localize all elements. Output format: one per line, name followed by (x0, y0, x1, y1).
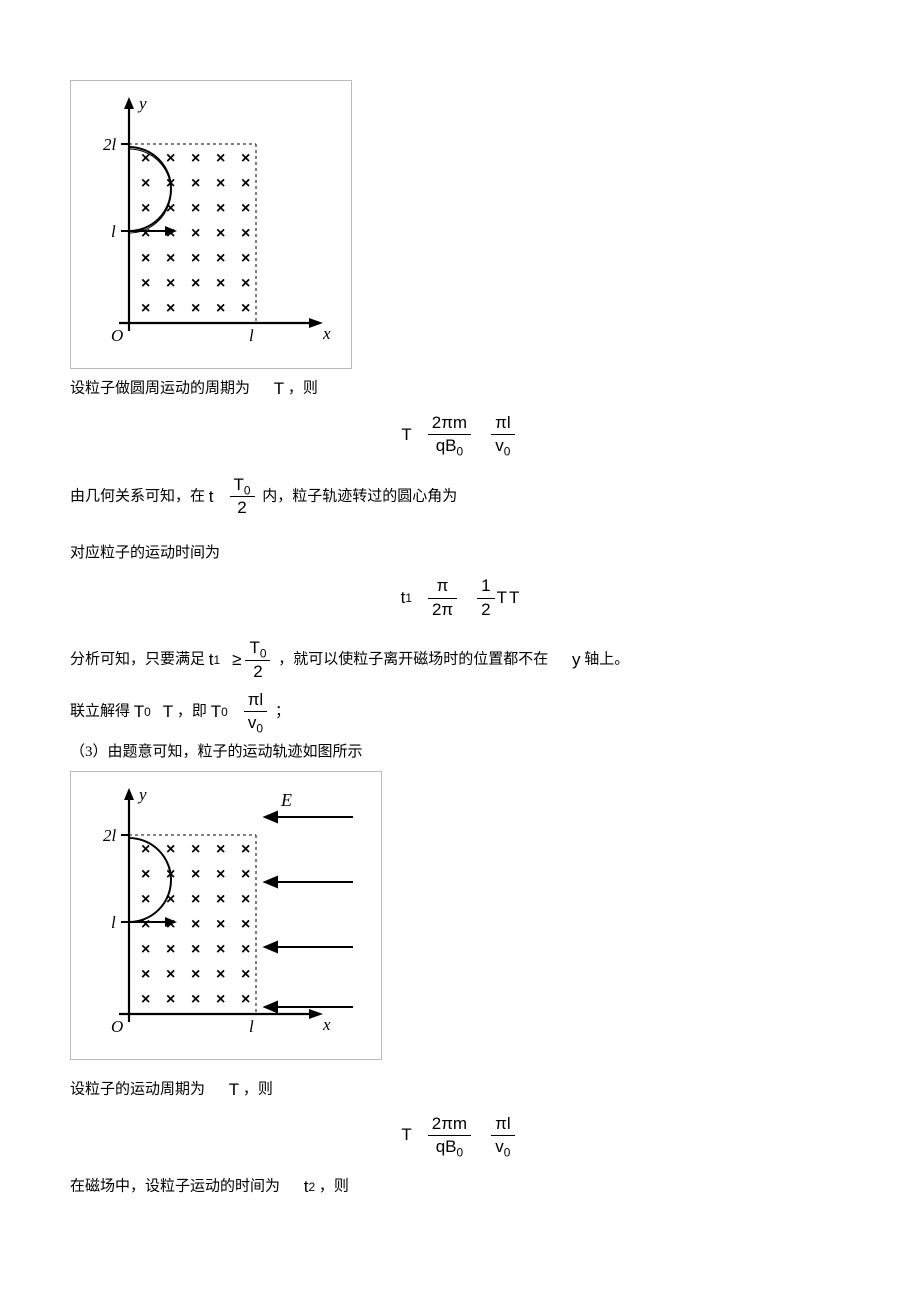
svg-text:×: × (241, 300, 250, 317)
paragraph-6: （3）由题意可知，粒子的运动轨迹如图所示 (70, 742, 850, 763)
svg-text:×: × (241, 175, 250, 192)
svg-text:×: × (216, 916, 225, 933)
equation-2: t1 π 2π 1 2 TT (70, 576, 850, 620)
svg-text:×: × (191, 300, 200, 317)
svg-text:×: × (216, 275, 225, 292)
svg-text:×: × (141, 891, 150, 908)
svg-text:×: × (166, 991, 175, 1008)
svg-text:×: × (241, 891, 250, 908)
svg-text:E: E (280, 790, 292, 810)
p1-post: ，则 (288, 380, 318, 396)
svg-text:l: l (249, 1017, 254, 1036)
svg-text:×: × (241, 866, 250, 883)
svg-text:×: × (216, 841, 225, 858)
svg-text:×: × (141, 966, 150, 983)
svg-text:y: y (137, 94, 147, 113)
svg-text:×: × (141, 866, 150, 883)
svg-text:×: × (141, 275, 150, 292)
svg-text:×: × (191, 225, 200, 242)
paragraph-8: 在磁场中，设粒子运动的时间为 t2 ，则 (70, 1175, 850, 1199)
equation-3: T 2πm qB0 πl v0 (70, 1114, 850, 1158)
svg-text:×: × (241, 941, 250, 958)
svg-text:×: × (216, 225, 225, 242)
svg-text:×: × (241, 991, 250, 1008)
svg-text:O: O (111, 1017, 123, 1036)
paragraph-4: 分析可知，只要满足 t1 ≥ T0 2 ，就可以使粒子离开磁场时的位置都不在 y… (70, 638, 850, 682)
svg-text:×: × (216, 991, 225, 1008)
svg-text:×: × (191, 941, 200, 958)
paragraph-3: 对应粒子的运动时间为 (70, 543, 850, 564)
svg-text:×: × (241, 275, 250, 292)
paragraph-2: 由几何关系可知，在 t T0 2 内，粒子轨迹转过的圆心角为 (70, 475, 850, 519)
svg-text:×: × (191, 841, 200, 858)
p1-pre: 设粒子做圆周运动的周期为 (70, 380, 250, 396)
svg-text:l: l (249, 326, 254, 345)
svg-text:×: × (216, 150, 225, 167)
svg-text:×: × (191, 991, 200, 1008)
svg-text:×: × (216, 891, 225, 908)
svg-text:×: × (241, 916, 250, 933)
svg-text:×: × (141, 175, 150, 192)
paragraph-5: 联立解得 T0 T ，即 T0 πl v0 ； (70, 690, 850, 734)
equation-1: T 2πm qB0 πl v0 (70, 413, 850, 457)
svg-text:×: × (166, 841, 175, 858)
svg-text:×: × (191, 891, 200, 908)
svg-text:×: × (216, 200, 225, 217)
paragraph-1: 设粒子做圆周运动的周期为 T ，则 (70, 377, 850, 401)
svg-text:×: × (191, 916, 200, 933)
svg-text:×: × (191, 175, 200, 192)
svg-text:x: x (322, 324, 331, 343)
svg-text:×: × (191, 866, 200, 883)
figure-2: ××××× ××××× ××××× ××××× ××××× ××××× ××××… (70, 771, 382, 1060)
svg-text:×: × (241, 966, 250, 983)
svg-text:×: × (191, 275, 200, 292)
svg-text:x: x (322, 1015, 331, 1034)
svg-text:×: × (216, 250, 225, 267)
svg-text:l: l (111, 913, 116, 932)
figure2-svg: ××××× ××××× ××××× ××××× ××××× ××××× ××××… (81, 782, 371, 1042)
svg-text:×: × (166, 275, 175, 292)
svg-text:×: × (166, 150, 175, 167)
paragraph-7: 设粒子的运动周期为 T ，则 (70, 1078, 850, 1102)
svg-text:×: × (141, 300, 150, 317)
svg-text:×: × (241, 841, 250, 858)
svg-text:×: × (166, 300, 175, 317)
svg-text:×: × (216, 941, 225, 958)
svg-text:O: O (111, 326, 123, 345)
svg-text:×: × (241, 200, 250, 217)
p1-sym: T (274, 377, 284, 401)
svg-text:×: × (166, 250, 175, 267)
svg-text:×: × (166, 941, 175, 958)
svg-text:l: l (111, 222, 116, 241)
svg-text:2l: 2l (103, 826, 117, 845)
eq1-lhs: T (401, 423, 411, 447)
svg-text:2l: 2l (103, 135, 117, 154)
svg-text:×: × (241, 150, 250, 167)
svg-text:×: × (216, 866, 225, 883)
svg-text:y: y (137, 785, 147, 804)
svg-text:×: × (141, 200, 150, 217)
svg-text:×: × (216, 300, 225, 317)
svg-text:×: × (191, 200, 200, 217)
svg-text:×: × (191, 250, 200, 267)
svg-text:×: × (191, 150, 200, 167)
svg-text:×: × (241, 225, 250, 242)
svg-text:×: × (141, 991, 150, 1008)
svg-text:×: × (141, 250, 150, 267)
figure-1: ××××× ××××× ××××× ××××× ××××× ××××× ××××… (70, 80, 352, 369)
svg-text:×: × (216, 175, 225, 192)
svg-text:×: × (191, 966, 200, 983)
svg-text:×: × (241, 250, 250, 267)
svg-text:×: × (166, 966, 175, 983)
figure1-svg: ××××× ××××× ××××× ××××× ××××× ××××× ××××… (81, 91, 341, 351)
svg-text:×: × (141, 941, 150, 958)
svg-text:×: × (216, 966, 225, 983)
